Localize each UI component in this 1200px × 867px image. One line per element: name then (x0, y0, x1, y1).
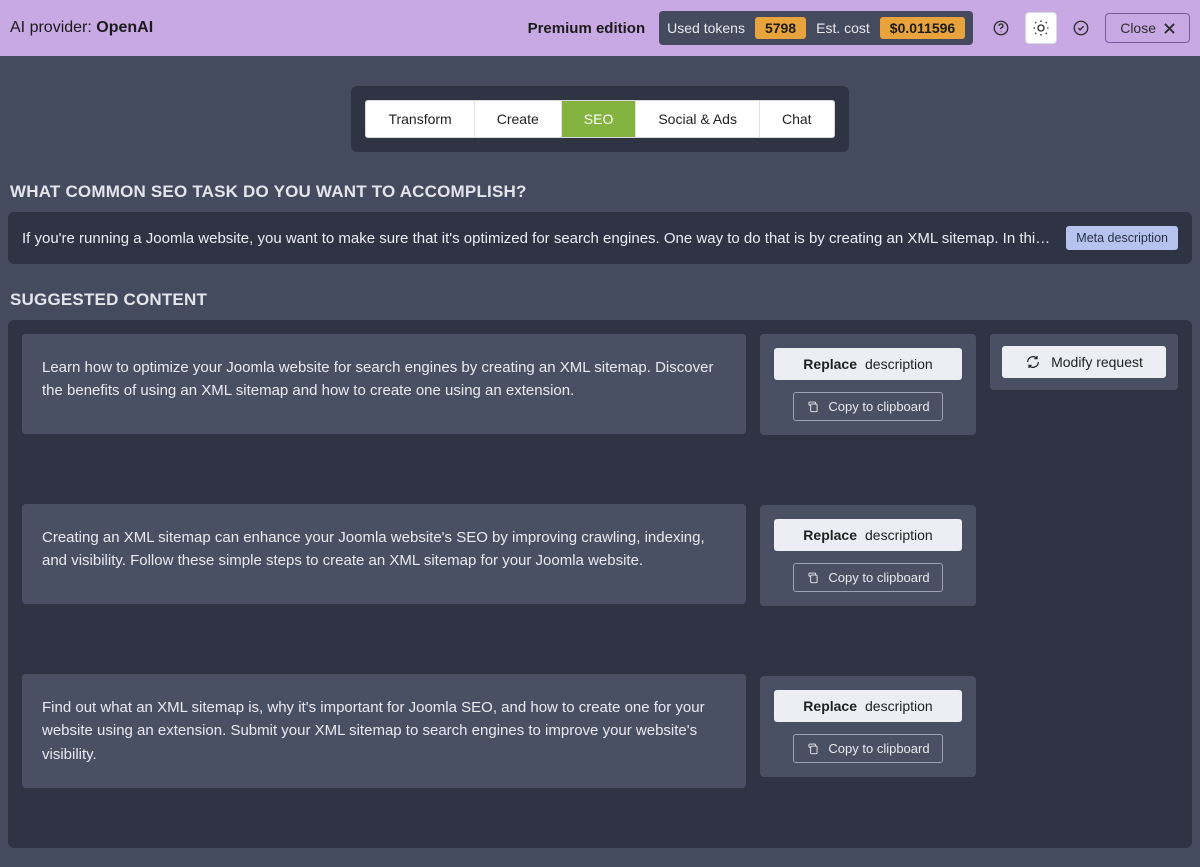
task-heading: WHAT COMMON SEO TASK DO YOU WANT TO ACCO… (10, 182, 1192, 202)
clipboard-icon (806, 400, 820, 414)
replace-rest: description (865, 698, 933, 714)
task-prompt-row: If you're running a Joomla website, you … (8, 212, 1192, 264)
help-button[interactable] (985, 12, 1017, 44)
suggestion-actions: Replace description Copy to clipboard (760, 334, 976, 435)
replace-rest: description (865, 356, 933, 372)
clipboard-icon (806, 571, 820, 585)
used-tokens-label: Used tokens (667, 20, 745, 36)
est-cost-value: $0.011596 (880, 17, 965, 39)
copy-to-clipboard-button[interactable]: Copy to clipboard (793, 734, 942, 763)
tab-social-ads[interactable]: Social & Ads (636, 101, 760, 137)
ai-provider-name: OpenAI (96, 19, 153, 36)
suggestions-panel: Learn how to optimize your Joomla websit… (8, 320, 1192, 848)
replace-bold: Replace (803, 356, 857, 372)
used-tokens-value: 5798 (755, 17, 806, 39)
copy-label: Copy to clipboard (828, 570, 929, 585)
theme-toggle-button[interactable] (1025, 12, 1057, 44)
sun-icon (1032, 19, 1050, 37)
replace-description-button[interactable]: Replace description (774, 690, 962, 722)
tab-create[interactable]: Create (475, 101, 562, 137)
suggested-heading: SUGGESTED CONTENT (10, 290, 1192, 310)
replace-description-button[interactable]: Replace description (774, 348, 962, 380)
clipboard-icon (806, 742, 820, 756)
modify-request-card: Modify request (990, 334, 1178, 390)
check-button[interactable] (1065, 12, 1097, 44)
modify-request-label: Modify request (1051, 354, 1143, 370)
suggestion-actions: Replace description Copy to clipboard (760, 676, 976, 777)
suggestion-text: Learn how to optimize your Joomla websit… (22, 334, 746, 434)
est-cost-label: Est. cost (816, 20, 870, 36)
copy-label: Copy to clipboard (828, 399, 929, 414)
task-prompt-text: If you're running a Joomla website, you … (22, 230, 1050, 247)
ai-provider: AI provider: OpenAI (10, 19, 153, 37)
tabs: Transform Create SEO Social & Ads Chat (365, 100, 834, 138)
help-icon (992, 19, 1010, 37)
modify-request-button[interactable]: Modify request (1002, 346, 1166, 378)
replace-description-button[interactable]: Replace description (774, 519, 962, 551)
tabs-container: Transform Create SEO Social & Ads Chat (8, 86, 1192, 152)
usage-stats: Used tokens 5798 Est. cost $0.011596 (659, 11, 973, 45)
suggestion-text: Creating an XML sitemap can enhance your… (22, 504, 746, 604)
copy-to-clipboard-button[interactable]: Copy to clipboard (793, 392, 942, 421)
ai-provider-label: AI provider: (10, 19, 96, 36)
premium-edition-label: Premium edition (528, 20, 646, 37)
replace-rest: description (865, 527, 933, 543)
replace-bold: Replace (803, 527, 857, 543)
copy-to-clipboard-button[interactable]: Copy to clipboard (793, 563, 942, 592)
suggestion-text: Find out what an XML sitemap is, why it'… (22, 674, 746, 788)
check-circle-icon (1072, 19, 1090, 37)
suggestion-actions: Replace description Copy to clipboard (760, 505, 976, 606)
meta-description-pill: Meta description (1066, 226, 1178, 250)
close-button[interactable]: Close (1105, 13, 1190, 43)
tab-transform[interactable]: Transform (366, 101, 474, 137)
tab-seo[interactable]: SEO (562, 101, 637, 137)
refresh-icon (1025, 354, 1041, 370)
header-bar: AI provider: OpenAI Premium edition Used… (0, 0, 1200, 56)
close-icon (1164, 23, 1175, 34)
replace-bold: Replace (803, 698, 857, 714)
copy-label: Copy to clipboard (828, 741, 929, 756)
close-button-label: Close (1120, 20, 1156, 36)
tab-chat[interactable]: Chat (760, 101, 834, 137)
